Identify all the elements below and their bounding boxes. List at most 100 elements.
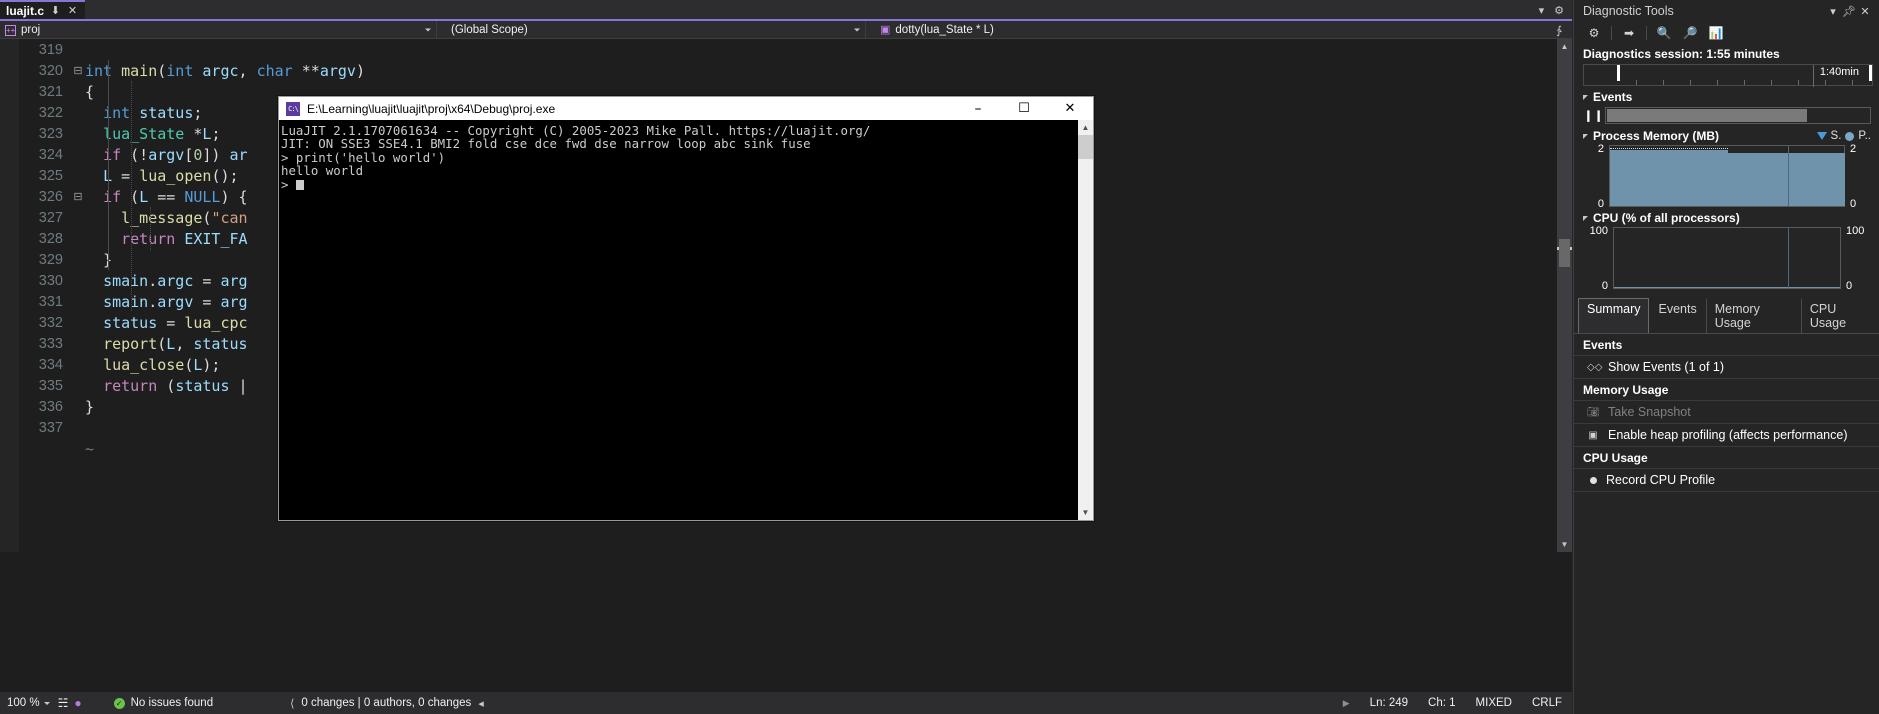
show-events-row[interactable]: ◇◇ Show Events (1 of 1) (1574, 356, 1879, 379)
line-number: 328 (38, 230, 63, 247)
changes-label: 0 changes | 0 authors, 0 changes (301, 697, 472, 709)
close-button[interactable]: ✕ (1047, 97, 1093, 120)
tab-cpu-usage[interactable]: CPU Usage (1800, 298, 1879, 333)
cpu-plot-area[interactable] (1613, 227, 1841, 289)
gear-icon[interactable]: ⚙ (1554, 4, 1564, 17)
settings-gear-icon[interactable]: ⚙ (1582, 23, 1606, 43)
chevron-down-icon[interactable] (43, 701, 50, 705)
status-encoding[interactable]: MIXED (1466, 692, 1522, 714)
chevron-collapse-icon[interactable]: ◂ (478, 697, 484, 710)
scrollbar-thumb[interactable] (1078, 135, 1093, 159)
events-duration-bar (1607, 109, 1807, 122)
export-icon[interactable]: ➡︎ (1617, 23, 1641, 43)
events-track[interactable] (1605, 107, 1871, 124)
eof-marker: ~ (85, 439, 95, 458)
show-events-label: Show Events (1 of 1) (1608, 360, 1725, 374)
status-eol[interactable]: CRLF (1522, 692, 1572, 714)
events-track-row: ❙❙ (1574, 106, 1879, 125)
cpu-chart-divider (1788, 228, 1789, 288)
code-text: status = lua_cpc (103, 313, 248, 332)
structure-guide-line (108, 60, 109, 270)
console-scrollbar[interactable]: ▲ ▼ (1078, 120, 1093, 520)
code-text: report(L, status (103, 334, 248, 353)
nav-member-dropdown[interactable]: ▣ dotty(lua_State * L) (866, 21, 1572, 39)
summary-memory-header: Memory Usage (1574, 379, 1879, 401)
zoom-level[interactable]: 100 % (0, 697, 44, 709)
scroll-up-icon[interactable]: ▲ (1078, 120, 1093, 135)
chevron-down-icon[interactable]: ▾ (1539, 4, 1545, 17)
pin-icon[interactable]: 📌︎ (1841, 5, 1857, 18)
summary-cpu-header: CPU Usage (1574, 447, 1879, 469)
fold-marker[interactable]: ⊟ (71, 64, 85, 77)
diagnostics-timeline[interactable]: 1:40min (1583, 64, 1873, 87)
status-right: ▶ Ln: 249 Ch: 1 MIXED CRLF (1333, 692, 1572, 714)
console-output[interactable]: LuaJIT 2.1.1707061634 -- Copyright (C) 2… (279, 120, 1078, 520)
heap-profiling-row[interactable]: ▣ Enable heap profiling (affects perform… (1574, 424, 1879, 447)
process-memory-section-header[interactable]: Process Memory (MB) S. P.. (1574, 125, 1879, 145)
console-titlebar[interactable]: C:\ E:\Learning\luajit\luajit\proj\x64\D… (279, 97, 1093, 120)
code-text: smain.argv = arg (103, 292, 248, 311)
pause-icon[interactable]: ❙❙ (1583, 109, 1605, 122)
scroll-down-icon[interactable]: ▼ (1078, 505, 1093, 520)
status-expand-arrow[interactable]: ▶ (1333, 692, 1360, 714)
memory-area-series (1728, 153, 1845, 206)
tab-memory-usage[interactable]: Memory Usage (1705, 298, 1801, 333)
timeline-label: 1:40min (1818, 66, 1860, 78)
legend-snapshot-label: S. (1830, 130, 1842, 142)
code-text: { (85, 82, 95, 101)
diagnostic-tools-header: Diagnostic Tools ▾ 📌︎ ✕ (1574, 0, 1879, 22)
zoom-out-icon[interactable]: 🔎 (1678, 23, 1702, 43)
minimize-button[interactable]: – (955, 97, 1001, 120)
intellicode-icon[interactable]: ● (74, 696, 81, 710)
memory-axis-min-left: 0 (1597, 198, 1604, 210)
debug-history-icon[interactable]: ☵ (58, 696, 69, 710)
record-cpu-row[interactable]: Record CPU Profile (1574, 469, 1879, 492)
indicator-margin[interactable] (0, 39, 19, 552)
events-title: Events (1593, 90, 1633, 104)
source-control-changes[interactable]: ⟨ 0 changes | 0 authors, 0 changes ◂ (290, 697, 484, 710)
tab-events[interactable]: Events (1649, 298, 1705, 333)
events-icon: ◇◇ (1587, 361, 1603, 373)
scroll-down-icon[interactable]: ▼ (1557, 537, 1572, 552)
take-snapshot-row[interactable]: 📷︎ Take Snapshot (1574, 401, 1879, 424)
scroll-up-icon[interactable]: ▲ (1557, 39, 1572, 54)
diagnostic-tools-panel: Diagnostic Tools ▾ 📌︎ ✕ ⚙ ➡︎ 🔍 🔎 📊 Diagn… (1573, 0, 1879, 714)
process-memory-chart: 2 0 2 0 (1574, 143, 1879, 210)
line-number: 320 (38, 62, 63, 79)
code-text: return (status | (103, 376, 248, 395)
splitter-handle[interactable]: ∱ (1552, 21, 1566, 39)
status-bar: 100 % ☵ ● ✓ No issues found ⟨ 0 changes … (0, 692, 1572, 714)
line-number: 323 (38, 125, 63, 142)
chevron-down-icon[interactable]: ▾ (1825, 5, 1841, 18)
line-number: 331 (38, 293, 63, 310)
cpu-section-header[interactable]: CPU (% of all processors) (1574, 207, 1879, 227)
record-icon (1590, 476, 1597, 484)
close-icon[interactable]: ✕ (1857, 5, 1873, 18)
maximize-button[interactable]: ☐ (1001, 97, 1047, 120)
line-number: 337 (38, 419, 63, 436)
console-line: hello world (281, 163, 364, 179)
memory-axis-min-right: 0 (1850, 198, 1857, 210)
line-number: 329 (38, 251, 63, 268)
memory-chart-divider (1788, 146, 1789, 206)
chart-icon[interactable]: 📊 (1704, 23, 1728, 43)
fold-marker[interactable]: ⊟ (71, 190, 85, 203)
pin-icon[interactable]: ⬇︎ (50, 5, 61, 17)
events-section-header[interactable]: Events (1574, 86, 1879, 106)
cpu-axis-min-left: 0 (1601, 280, 1608, 292)
status-line: Ln: 249 (1369, 697, 1409, 709)
code-text: if (!argv[0]) ar (103, 145, 248, 164)
editor-vertical-scrollbar[interactable]: ▲ ▼ (1557, 39, 1572, 552)
nav-scope-dropdown[interactable]: (Global Scope) (437, 21, 866, 39)
tab-summary[interactable]: Summary (1578, 298, 1650, 333)
zoom-in-icon[interactable]: 🔍 (1652, 23, 1676, 43)
console-window[interactable]: C:\ E:\Learning\luajit\luajit\proj\x64\D… (278, 96, 1094, 521)
line-number: 319 (38, 41, 63, 58)
scrollbar-thumb[interactable] (1559, 239, 1570, 267)
tab-luajit-c[interactable]: luajit.c ⬇︎ ✕ (0, 0, 86, 20)
issues-indicator[interactable]: ✓ No issues found (113, 697, 213, 709)
code-text: l_message("can (121, 208, 248, 227)
memory-plot-area[interactable] (1609, 145, 1845, 207)
nav-project-dropdown[interactable]: ++ proj (0, 21, 437, 39)
close-icon[interactable]: ✕ (67, 5, 78, 17)
